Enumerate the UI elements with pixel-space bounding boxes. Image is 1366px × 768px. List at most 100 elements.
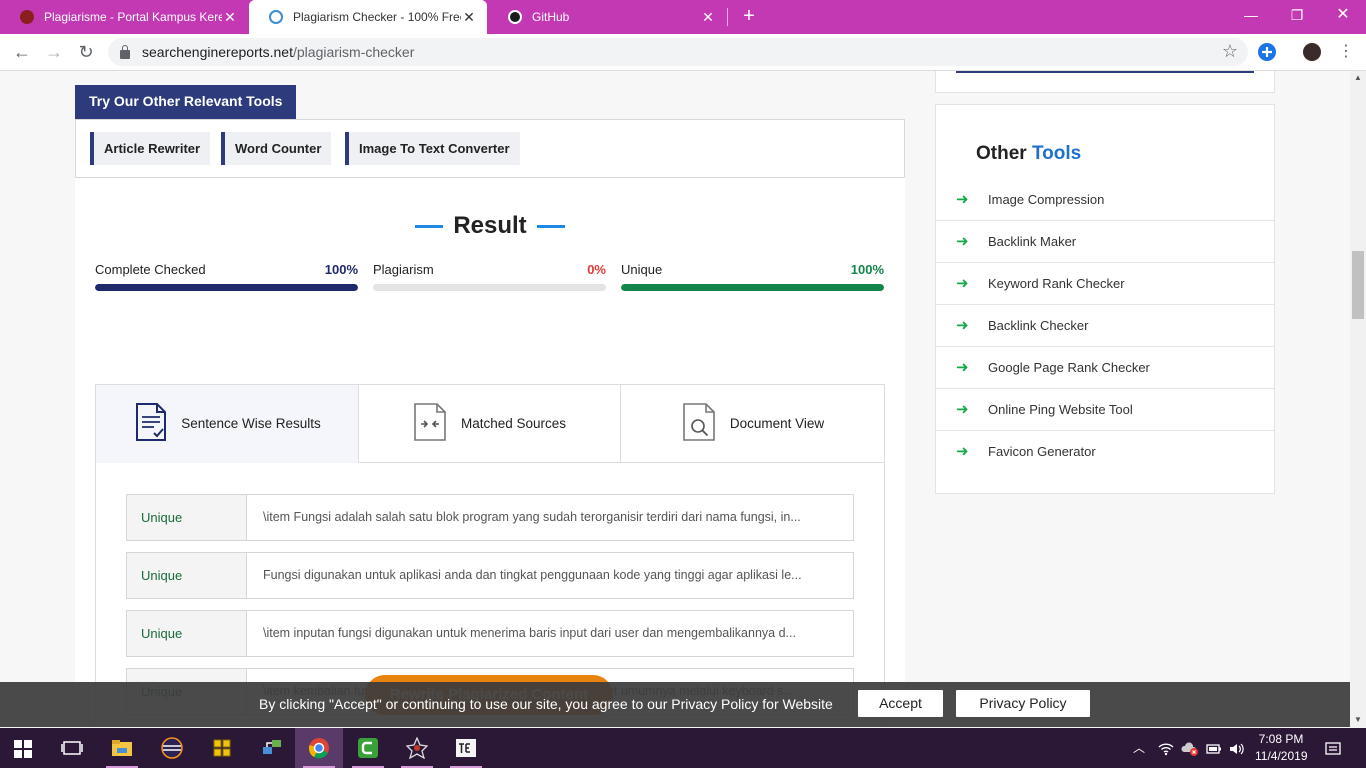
- row-sentence-text: \item inputan fungsi digunakan untuk men…: [263, 626, 796, 640]
- plagiarism-checker-favicon-icon: [269, 10, 283, 24]
- close-tab-icon[interactable]: ✕: [222, 9, 238, 26]
- browser-tab-active[interactable]: Plagiarism Checker - 100% Free t ✕: [249, 0, 487, 34]
- notifications-icon[interactable]: [1325, 728, 1341, 768]
- progress-fill: [95, 284, 358, 291]
- browser-tab[interactable]: Plagiarisme - Portal Kampus Kere ✕: [0, 0, 248, 34]
- new-tab-button[interactable]: +: [738, 5, 760, 27]
- result-card: Result Complete Checked 100% Plagiarism …: [75, 178, 905, 727]
- spider-tool-taskbar-icon[interactable]: [393, 728, 441, 768]
- sidebar-top-line: [956, 71, 1254, 73]
- row-sentence-text: \item Fungsi adalah salah satu blok prog…: [263, 510, 801, 524]
- arrow-right-icon: ➜: [956, 191, 969, 208]
- url-path: /plagiarism-checker: [293, 44, 415, 60]
- taskbar-clock[interactable]: 7:08 PM 11/4/2019: [1255, 731, 1308, 765]
- github-favicon-icon: [508, 10, 522, 24]
- netbeans-taskbar-icon[interactable]: [198, 728, 246, 768]
- restore-button[interactable]: ❐: [1274, 0, 1320, 30]
- texmaker-taskbar-icon[interactable]: [442, 728, 490, 768]
- sidebar-item-backlink-maker[interactable]: ➜ Backlink Maker: [936, 221, 1274, 263]
- chrome-menu-icon[interactable]: ⋮: [1334, 41, 1358, 63]
- sidebar-item-favicon-generator[interactable]: ➜ Favicon Generator: [936, 431, 1274, 473]
- relevant-tools-box: Article Rewriter Word Counter Image To T…: [75, 119, 905, 178]
- result-row[interactable]: Unique \item Fungsi adalah salah satu bl…: [126, 494, 854, 541]
- clock-time: 7:08 PM: [1258, 732, 1304, 746]
- document-search-icon: [682, 402, 718, 445]
- close-tab-icon[interactable]: ✕: [700, 9, 716, 26]
- tool-link-article-rewriter[interactable]: Article Rewriter: [90, 132, 211, 165]
- bookmark-star-icon[interactable]: ☆: [1222, 41, 1238, 62]
- reload-button[interactable]: ↻: [74, 41, 98, 63]
- row-sentence-text: Fungsi digunakan untuk aplikasi anda dan…: [263, 568, 802, 582]
- other-tools-sidebar: Other Tools ➜ Image Compression ➜ Backlink…: [935, 104, 1275, 494]
- arrow-right-icon: ➜: [956, 359, 969, 376]
- url-domain: searchenginereports.net: [142, 44, 293, 60]
- tab-divider: [727, 8, 728, 26]
- privacy-policy-button[interactable]: Privacy Policy: [956, 690, 1090, 717]
- onedrive-error-icon[interactable]: [1181, 728, 1199, 768]
- title-dash-left: [415, 225, 444, 229]
- wifi-icon[interactable]: [1158, 728, 1174, 768]
- sidebar-item-online-ping-website-tool[interactable]: ➜ Online Ping Website Tool: [936, 389, 1274, 431]
- address-bar[interactable]: searchenginereports.net/plagiarism-check…: [108, 38, 1248, 66]
- extension-icon[interactable]: [1258, 43, 1276, 61]
- tab-matched-sources[interactable]: Matched Sources: [359, 385, 621, 463]
- chrome-taskbar-icon[interactable]: [295, 728, 343, 768]
- document-check-icon: [133, 402, 169, 445]
- compare-document-icon: [413, 402, 449, 445]
- clock-date: 11/4/2019: [1255, 749, 1308, 763]
- web-page: Try Our Other Relevant Tools Article Rew…: [0, 71, 1350, 727]
- sidebar-title: Other Tools: [976, 143, 1082, 164]
- progress-track: [621, 284, 884, 291]
- row-status-badge: Unique: [127, 553, 247, 598]
- minimize-button[interactable]: —: [1228, 0, 1274, 30]
- cookie-consent-bar: By clicking "Accept" or continuing to us…: [0, 682, 1350, 727]
- relevant-tools-heading: Try Our Other Relevant Tools: [75, 85, 297, 119]
- show-hidden-icons-icon[interactable]: ︿: [1133, 728, 1145, 768]
- sidebar-item-backlink-checker[interactable]: ➜ Backlink Checker: [936, 305, 1274, 347]
- eclipse-taskbar-icon[interactable]: [148, 728, 196, 768]
- page-scrollbar[interactable]: ▲ ▼: [1350, 71, 1366, 727]
- browser-tab-strip: Plagiarisme - Portal Kampus Kere ✕ Plagi…: [0, 0, 1366, 34]
- windows-start-icon[interactable]: [14, 740, 32, 758]
- battery-icon[interactable]: [1206, 728, 1222, 768]
- arrow-right-icon: ➜: [956, 275, 969, 292]
- profile-avatar[interactable]: [1303, 43, 1321, 61]
- close-window-button[interactable]: ✕: [1320, 0, 1366, 30]
- forward-button[interactable]: →: [42, 41, 66, 63]
- result-row[interactable]: Unique \item inputan fungsi digunakan un…: [126, 610, 854, 657]
- scroll-thumb[interactable]: [1352, 251, 1364, 319]
- task-view-button[interactable]: [48, 728, 96, 768]
- back-button[interactable]: ←: [10, 41, 34, 63]
- sidebar-item-keyword-rank-checker[interactable]: ➜ Keyword Rank Checker: [936, 263, 1274, 305]
- sidebar-item-google-page-rank-checker[interactable]: ➜ Google Page Rank Checker: [936, 347, 1274, 389]
- stat-percent: 100%: [324, 262, 358, 277]
- camtasia-taskbar-icon[interactable]: [344, 728, 392, 768]
- file-explorer-taskbar-icon[interactable]: [98, 728, 146, 768]
- tool-link-word-counter[interactable]: Word Counter: [221, 132, 332, 165]
- result-row[interactable]: Unique Fungsi digunakan untuk aplikasi a…: [126, 552, 854, 599]
- progress-fill: [621, 284, 884, 291]
- close-tab-icon[interactable]: ✕: [461, 9, 477, 26]
- scroll-down-arrow-icon[interactable]: ▼: [1350, 713, 1366, 727]
- tab-sentence-wise-results[interactable]: Sentence Wise Results: [96, 385, 359, 463]
- cookie-message: By clicking "Accept" or continuing to us…: [259, 696, 833, 712]
- portal-kampus-favicon-icon: [20, 10, 34, 24]
- row-status-badge: Unique: [127, 611, 247, 656]
- windows-taskbar: ︿ 7:08 PM 11/4/2019: [0, 728, 1366, 768]
- arrow-right-icon: ➜: [956, 443, 969, 460]
- result-title: Result: [75, 212, 905, 240]
- progress-track: [95, 284, 358, 291]
- arrow-right-icon: ➜: [956, 233, 969, 250]
- tab-document-view[interactable]: Document View: [621, 385, 885, 463]
- accept-button[interactable]: Accept: [858, 690, 943, 717]
- browser-tab[interactable]: GitHub ✕: [488, 0, 726, 34]
- arrow-right-icon: ➜: [956, 401, 969, 418]
- browser-toolbar: ← → ↻ searchenginereports.net/plagiarism…: [0, 34, 1366, 71]
- tool-link-image-to-text[interactable]: Image To Text Converter: [345, 132, 520, 165]
- scroll-up-arrow-icon[interactable]: ▲: [1350, 71, 1366, 85]
- arrow-right-icon: ➜: [956, 317, 969, 334]
- sidebar-item-image-compression[interactable]: ➜ Image Compression: [936, 179, 1274, 221]
- stat-percent: 100%: [850, 262, 884, 277]
- network-tool-taskbar-icon[interactable]: [248, 728, 296, 768]
- volume-icon[interactable]: [1229, 728, 1245, 768]
